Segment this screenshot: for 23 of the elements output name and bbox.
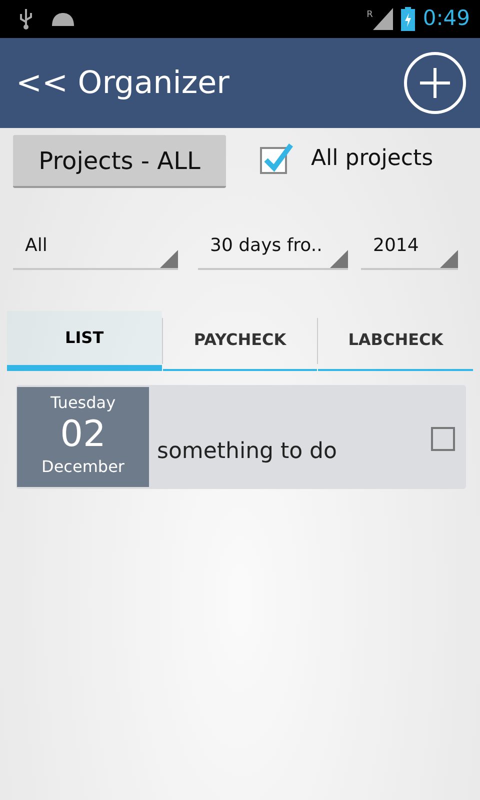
add-icon[interactable] — [404, 52, 466, 114]
usb-icon — [18, 8, 34, 30]
projects-button[interactable]: Projects - ALL — [13, 135, 226, 188]
all-projects-label: All projects — [311, 144, 434, 172]
signal-icon — [372, 8, 393, 30]
dropdown[interactable]: 30 days fro.. — [198, 228, 348, 270]
dropdown[interactable]: 2014 — [361, 228, 458, 270]
roaming-label: R — [366, 9, 373, 22]
weekday: Tuesday — [50, 392, 116, 414]
clock-time: 0:49 — [422, 5, 470, 32]
tab[interactable]: LABCHECK — [318, 311, 474, 371]
dropdown[interactable]: All — [13, 228, 178, 270]
battery-icon — [400, 7, 415, 31]
tab[interactable]: LIST — [7, 311, 162, 371]
dropdown-arrow-icon — [160, 250, 178, 268]
dropdown-arrow-icon — [330, 250, 348, 268]
all-projects-checkbox[interactable] — [259, 141, 293, 175]
day-number: 02 — [60, 415, 106, 455]
task-text: something to do — [157, 438, 337, 466]
month: December — [42, 456, 124, 478]
task-row[interactable]: Tuesday 02 December something to do — [16, 385, 466, 489]
task-checkbox[interactable] — [431, 427, 455, 451]
dropdown-arrow-icon — [440, 250, 458, 268]
